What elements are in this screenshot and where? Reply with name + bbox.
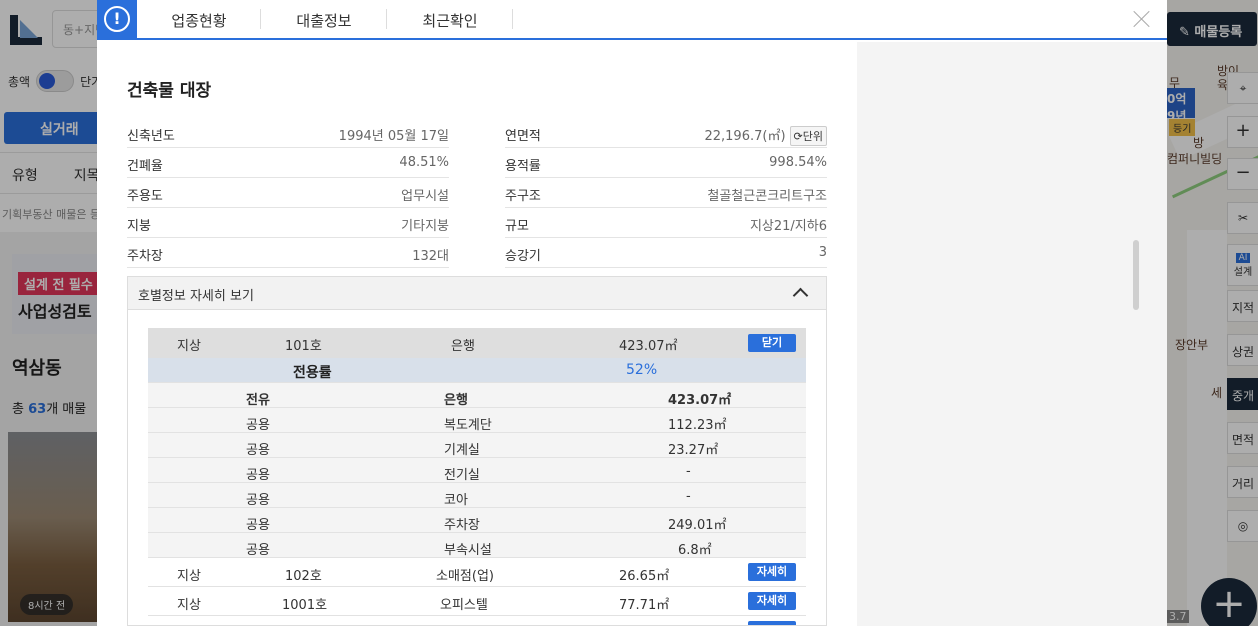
modal-header: ! 업종현황 대출정보 최근확인 (97, 0, 1167, 40)
table-row: 공용 부속시설 6.8㎡ (148, 533, 806, 558)
table-row: 공용 복도계단 112.23㎡ (148, 408, 806, 433)
info-row: 건폐율 48.51% (127, 148, 449, 178)
table-row: 공용 전기실 - (148, 458, 806, 483)
building-info-modal: ! 업종현황 대출정보 최근확인 건축물 대장 신축년도 1994년 05월 17… (97, 0, 1167, 626)
unit-detail-label: 호별정보 자세히 보기 (138, 289, 254, 304)
section-title: 건축물 대장 (127, 81, 212, 101)
info-row: 신축년도 1994년 05월 17일 (127, 118, 449, 148)
modal-body: 건축물 대장 신축년도 1994년 05월 17일 건폐율 48.51% 주용도 업무… (97, 42, 857, 626)
scrollbar[interactable] (1133, 240, 1139, 310)
modal-right-pane (857, 42, 1167, 626)
alert-icon: ! (97, 0, 137, 40)
info-row: 규모 지상21/지하6 (505, 208, 827, 238)
unit-table: 지상 101호 은행 423.07㎡ 닫기 전용률 52% 전유 은행 423.07… (148, 328, 806, 625)
unit-detail-button[interactable] (748, 621, 796, 625)
tab-loan-info[interactable]: 대출정보 (261, 0, 387, 38)
unit-detail-button[interactable]: 자세히 (748, 592, 796, 610)
tab-recent-check[interactable]: 최근확인 (387, 0, 513, 38)
unit-detail-button[interactable]: 자세히 (748, 563, 796, 581)
info-row: 주구조 철골철근콘크리트구조 (505, 178, 827, 208)
close-detail-button[interactable]: 닫기 (748, 334, 796, 352)
table-row: 공용 기계실 23.27㎡ (148, 433, 806, 458)
unit-detail-area: 지상 101호 은행 423.07㎡ 닫기 전용률 52% 전유 은행 423.07… (127, 310, 827, 626)
chevron-up-icon (792, 287, 809, 304)
modal-tabs: 업종현황 대출정보 최근확인 (137, 0, 513, 38)
info-row: 지붕 기타지붕 (127, 208, 449, 238)
exclusive-ratio-row: 전용률 52% (148, 358, 806, 383)
info-row: 주용도 업무시설 (127, 178, 449, 208)
table-row: 전유 은행 423.07㎡ (148, 383, 806, 408)
unit-toggle-button[interactable]: ⟳단위 (789, 126, 827, 146)
table-row: 지상 102호 소매점(업) 26.65㎡ 자세히 (148, 558, 806, 587)
table-row: 지상 101호 은행 423.07㎡ 닫기 (148, 328, 806, 358)
info-row: 연면적 22,196.7(㎡) ⟳단위 (505, 118, 827, 148)
info-row: 용적률 998.54% (505, 148, 827, 178)
info-row: 주차장 132대 (127, 238, 449, 268)
tab-business-status[interactable]: 업종현황 (137, 0, 261, 38)
table-row: 공용 주차장 249.01㎡ (148, 508, 806, 533)
unit-detail-toggle[interactable]: 호별정보 자세히 보기 (127, 276, 827, 310)
close-icon[interactable] (1131, 8, 1153, 30)
table-row: 지상 1001호 오피스텔 77.71㎡ 자세히 (148, 587, 806, 616)
table-row: 공용 코아 - (148, 483, 806, 508)
info-row: 승강기 3 (505, 238, 827, 268)
table-row (148, 616, 806, 625)
